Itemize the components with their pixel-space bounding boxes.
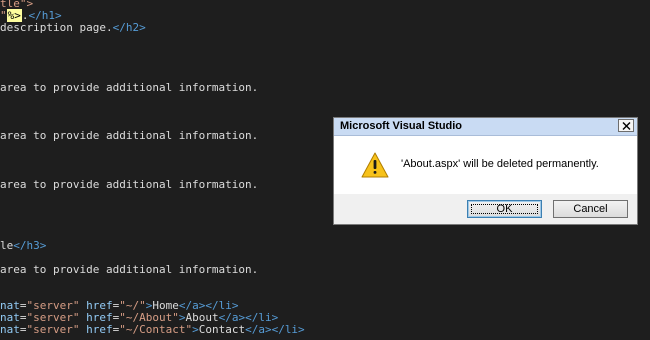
warning-icon <box>361 152 389 178</box>
code-token: area to provide additional information. <box>0 129 259 142</box>
code-token: nat <box>0 323 20 336</box>
dialog-body: 'About.aspx' will be deleted permanently… <box>334 136 637 194</box>
code-token: area to provide additional information. <box>0 178 259 191</box>
code-token: area to provide additional information. <box>0 263 259 276</box>
code-line: le</h3> <box>0 239 46 252</box>
close-icon <box>622 121 630 130</box>
code-line: area to provide additional information. <box>0 178 258 191</box>
code-line: area to provide additional information. <box>0 129 258 142</box>
code-line: description page.</h2> <box>0 21 146 34</box>
dialog-titlebar[interactable]: Microsoft Visual Studio <box>334 118 637 136</box>
code-line: area to provide additional information. <box>0 81 258 94</box>
editor-window: tle"> "%>.</h1> description page.</h2> a… <box>0 0 650 340</box>
cancel-button[interactable]: Cancel <box>553 200 628 218</box>
confirm-delete-dialog: Microsoft Visual Studio 'About.aspx' wil… <box>333 117 638 225</box>
code-token: description page. <box>0 21 113 34</box>
code-token: </a></li> <box>245 323 305 336</box>
code-token: = <box>19 323 27 336</box>
code-token: </h2> <box>112 21 146 34</box>
code-token: </h3> <box>13 239 47 252</box>
ok-button[interactable]: OK <box>467 200 542 218</box>
code-line: area to provide additional information. <box>0 263 258 276</box>
code-token: area to provide additional information. <box>0 81 259 94</box>
code-token: "~/Contact" <box>119 323 193 336</box>
cancel-button-label: Cancel <box>573 203 608 215</box>
dialog-message: 'About.aspx' will be deleted permanently… <box>401 158 599 170</box>
code-token: Contact <box>198 323 246 336</box>
focus-rectangle <box>471 204 538 214</box>
code-token: href <box>86 323 113 336</box>
code-token: > <box>192 323 199 336</box>
code-token: "server" <box>26 323 80 336</box>
code-line: nat="server" href="~/Contact">Contact</a… <box>0 323 305 336</box>
code-token: le <box>0 239 14 252</box>
close-button[interactable] <box>618 119 634 132</box>
dialog-footer: OK Cancel <box>334 194 637 224</box>
dialog-title: Microsoft Visual Studio <box>340 120 463 132</box>
